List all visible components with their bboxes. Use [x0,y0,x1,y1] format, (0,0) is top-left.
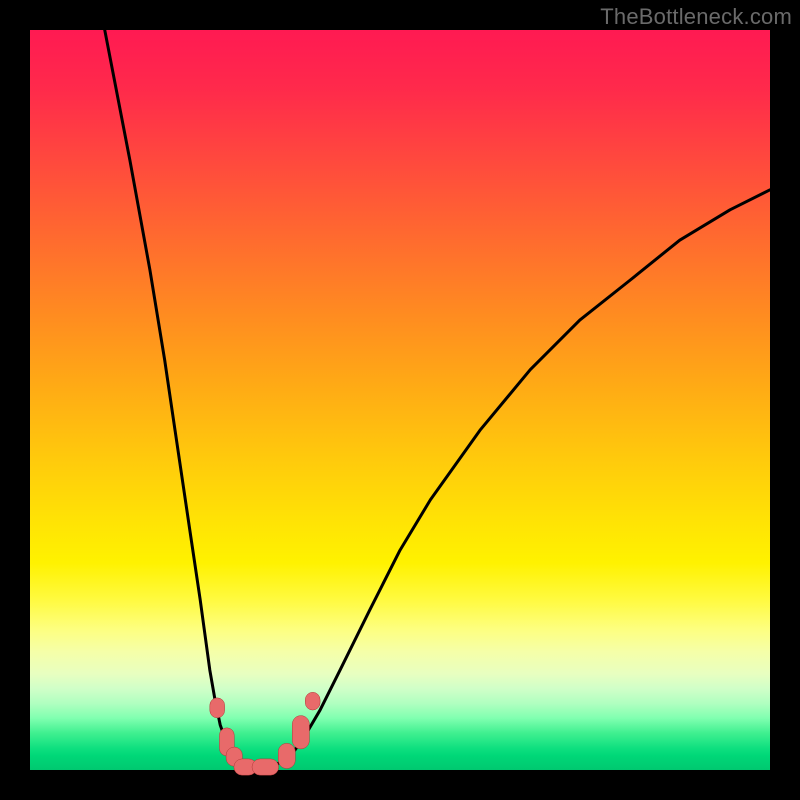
chart-frame: TheBottleneck.com [0,0,800,800]
curve-path [105,30,770,768]
marker-point [278,743,295,768]
chart-svg [30,30,770,770]
marker-point [292,716,309,749]
marker-group [210,692,320,775]
marker-point [252,759,279,775]
bottleneck-curve [105,30,770,768]
marker-point [210,698,225,718]
attribution-text: TheBottleneck.com [600,4,792,30]
plot-area [30,30,770,770]
marker-point [305,692,320,710]
